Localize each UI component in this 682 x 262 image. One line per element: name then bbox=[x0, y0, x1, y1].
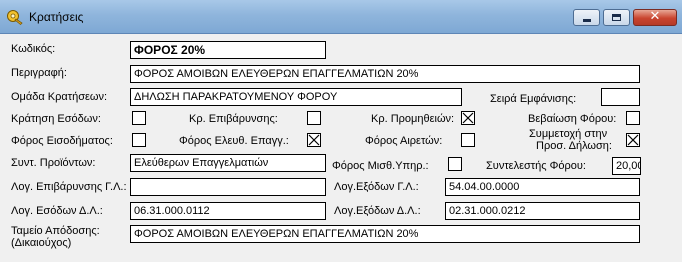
check-mark-icon bbox=[308, 134, 320, 146]
charge-account-gl-field[interactable] bbox=[130, 178, 326, 196]
tax-coefficient-field[interactable]: 20,00 bbox=[612, 157, 641, 175]
income-account-da-field[interactable]: 06.31.000.0112 bbox=[130, 202, 326, 220]
income-deduction-label: Κράτηση Εσόδων: bbox=[11, 113, 101, 125]
elected-tax-checkbox[interactable] bbox=[461, 133, 475, 147]
close-icon: ✕ bbox=[649, 9, 661, 24]
product-synt-field[interactable]: Ελεύθερων Επαγγελματιών bbox=[130, 154, 326, 172]
tax-certificate-label: Βεβαίωση Φόρου: bbox=[528, 113, 617, 125]
income-tax-label: Φόρος Εισοδήματος: bbox=[11, 135, 113, 147]
tax-certificate-checkbox[interactable] bbox=[626, 111, 640, 125]
participation-label-line1: Συμμετοχή στην bbox=[529, 128, 608, 140]
salary-tax-label: Φόρος Μισθ.Υπηρ.: bbox=[332, 160, 429, 172]
display-order-label: Σειρά Εμφάνισης: bbox=[490, 93, 577, 105]
participation-checkbox[interactable] bbox=[626, 133, 640, 147]
participation-label-line2: Προσ. Δήλωση: bbox=[536, 140, 612, 152]
close-button[interactable]: ✕ bbox=[633, 9, 677, 26]
income-account-da-label: Λογ. Εσόδων Δ.Λ.: bbox=[11, 205, 103, 217]
charge-deduction-label: Κρ. Επιβάρυνσης: bbox=[189, 113, 278, 125]
income-deduction-checkbox[interactable] bbox=[132, 111, 146, 125]
description-field[interactable]: ΦΟΡΟΣ ΑΜΟΙΒΩΝ ΕΛΕΥΘΕΡΩΝ ΕΠΑΓΓΕΛΜΑΤΙΩΝ 20… bbox=[130, 65, 640, 83]
minimize-button[interactable] bbox=[573, 9, 600, 26]
description-label: Περιγραφή: bbox=[11, 67, 67, 79]
charge-account-gl-label: Λογ. Επιβάρυνσης Γ.Λ.: bbox=[11, 181, 127, 193]
maximize-button[interactable] bbox=[603, 9, 630, 26]
freelance-tax-label: Φόρος Ελευθ. Επαγγ.: bbox=[179, 135, 289, 147]
salary-tax-checkbox[interactable] bbox=[448, 157, 462, 171]
group-field[interactable]: ΔΗΛΩΣΗ ΠΑΡΑΚΡΑΤΟΥΜΕΝΟΥ ΦΟΡΟΥ bbox=[130, 88, 462, 106]
payment-fund-label-line1: Ταμείο Απόδοσης: bbox=[11, 225, 100, 237]
display-order-field[interactable] bbox=[601, 88, 640, 106]
payment-fund-label-line2: (Δικαιούχος) bbox=[11, 237, 72, 249]
code-label: Κωδικός: bbox=[11, 43, 56, 55]
maximize-icon bbox=[612, 14, 621, 21]
expense-account-da-label: Λογ.Εξόδων Δ.Λ.: bbox=[334, 205, 421, 217]
title-bar[interactable]: Κρατήσεις ✕ bbox=[0, 0, 682, 34]
window-title: Κρατήσεις bbox=[29, 10, 84, 24]
app-icon bbox=[7, 10, 23, 26]
check-mark-icon bbox=[627, 134, 639, 146]
check-mark-icon bbox=[462, 112, 474, 124]
expense-account-gl-field[interactable]: 54.04.00.0000 bbox=[445, 178, 640, 196]
product-synt-label: Συντ. Προϊόντων: bbox=[11, 157, 96, 169]
expense-account-gl-label: Λογ.Εξόδων Γ.Λ.: bbox=[334, 181, 419, 193]
code-field[interactable]: ΦΟΡΟΣ 20% bbox=[130, 41, 326, 59]
group-label: Ομάδα Κρατήσεων: bbox=[11, 91, 108, 103]
commission-deduction-checkbox[interactable] bbox=[461, 111, 475, 125]
minimize-icon bbox=[583, 19, 591, 22]
elected-tax-label: Φόρος Αιρετών: bbox=[365, 135, 443, 147]
reservations-window: Κρατήσεις ✕ Κωδικός: ΦΟΡΟΣ 20% Περιγραφή… bbox=[0, 0, 682, 262]
expense-account-da-field[interactable]: 02.31.000.0212 bbox=[445, 202, 640, 220]
commission-deduction-label: Κρ. Προμηθειών: bbox=[371, 113, 455, 125]
income-tax-checkbox[interactable] bbox=[132, 133, 146, 147]
payment-fund-field[interactable]: ΦΟΡΟΣ ΑΜΟΙΒΩΝ ΕΛΕΥΘΕΡΩΝ ΕΠΑΓΓΕΛΜΑΤΙΩΝ 20… bbox=[130, 225, 640, 243]
freelance-tax-checkbox[interactable] bbox=[307, 133, 321, 147]
charge-deduction-checkbox[interactable] bbox=[307, 111, 321, 125]
tax-coefficient-label: Συντελεστής Φόρου: bbox=[486, 160, 586, 172]
